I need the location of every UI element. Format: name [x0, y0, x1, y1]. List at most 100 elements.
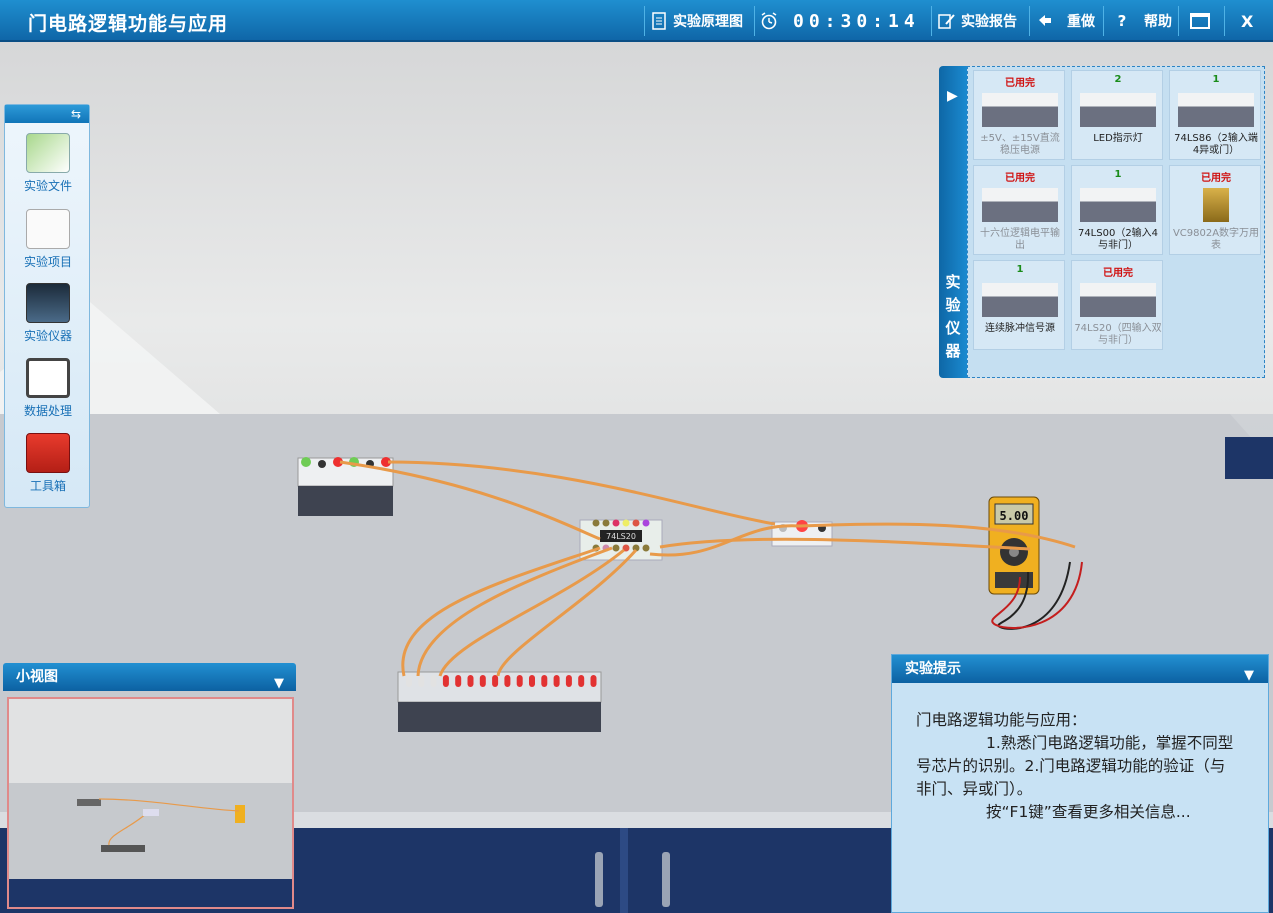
lab-scene: 74LS20 5.00 ⇆ 实验文件 实验项目 实验仪器 数据处理 工具箱 ▶ …	[0, 42, 1273, 913]
toolbar-separator	[931, 6, 932, 36]
maximize-icon	[1190, 13, 1210, 29]
schematic-button[interactable]: 实验原理图	[650, 0, 743, 42]
left-toolbar: ⇆ 实验文件 实验项目 实验仪器 数据处理 工具箱	[4, 104, 90, 508]
toolbar-separator	[1103, 6, 1104, 36]
instrument-count: 1	[1016, 264, 1024, 275]
logic-input-module[interactable]	[297, 457, 394, 516]
tool-instruments[interactable]: 实验仪器	[5, 283, 91, 344]
instrument-thumbnail	[1080, 283, 1156, 317]
instrument-name: 74LS86（2输入端4异或门）	[1174, 133, 1258, 156]
instrument-count: 1	[1114, 169, 1122, 180]
logic-switch[interactable]	[442, 675, 449, 687]
logic-switch[interactable]	[590, 675, 597, 687]
report-label: 实验报告	[961, 14, 1017, 30]
app-title: 门电路逻辑功能与应用	[28, 13, 229, 35]
logic-switch[interactable]	[430, 675, 437, 687]
digital-multimeter[interactable]: 5.00	[988, 496, 1040, 595]
collapse-down-icon[interactable]: ▼	[274, 670, 284, 698]
tips-footer: 按“F1键”查看更多相关信息...	[916, 801, 1236, 824]
timer-display: 00:30:14	[760, 0, 920, 42]
instrument-item[interactable]: 已用完 74LS20（四输入双与非门）	[1071, 260, 1163, 350]
instrument-thumbnail	[982, 283, 1058, 317]
tips-content: 1.熟悉门电路逻辑功能，掌握不同型号芯片的识别。2.门电路逻辑功能的验证（与非门…	[916, 734, 1234, 798]
toolbar-separator	[1178, 6, 1179, 36]
tool-experiment-project[interactable]: 实验项目	[5, 209, 91, 270]
instrument-panel-tab[interactable]: ▶ 实验仪器	[939, 66, 967, 378]
toolbar-separator	[644, 6, 645, 36]
app-window: 门电路逻辑功能与应用 实验原理图 00:30:14 实验报告 重做 ? 帮助 X…	[0, 0, 1273, 913]
tool-label: 实验文件	[23, 179, 72, 193]
toolbar-separator	[1029, 6, 1030, 36]
tips-body: 门电路逻辑功能与应用： 1.熟悉门电路逻辑功能，掌握不同型号芯片的识别。2.门电…	[916, 709, 1236, 824]
instrument-count: 2	[1114, 74, 1122, 85]
logic-switch[interactable]	[418, 675, 425, 687]
report-edit-icon	[938, 12, 956, 30]
mini-map-title: 小视图	[16, 669, 58, 685]
instrument-name: LED指示灯	[1093, 133, 1143, 144]
instrument-thumbnail	[982, 93, 1058, 127]
instrument-thumbnail	[1178, 93, 1254, 127]
toolbox-icon	[26, 433, 70, 473]
tool-label: 实验仪器	[23, 329, 72, 343]
logic-switch[interactable]	[467, 675, 474, 687]
tips-heading: 门电路逻辑功能与应用：	[916, 711, 1087, 729]
help-label: 帮助	[1144, 14, 1172, 30]
instrument-thumbnail	[982, 188, 1058, 222]
close-button[interactable]: X	[1241, 0, 1253, 42]
instrument-item[interactable]: 已用完 VC9802A数字万用表	[1169, 165, 1261, 255]
logic-switch[interactable]	[455, 675, 462, 687]
toolbar-separator	[754, 6, 755, 36]
document-icon	[26, 133, 70, 173]
instrument-thumbnail	[1080, 188, 1156, 222]
timer-value: 00:30:14	[793, 10, 920, 32]
logic-switch[interactable]	[406, 675, 412, 687]
logic-switch[interactable]	[553, 675, 560, 687]
logic-switch[interactable]	[479, 675, 486, 687]
instrument-item[interactable]: 1 连续脉冲信号源	[973, 260, 1065, 350]
alarm-clock-icon	[760, 12, 778, 30]
logic-switch[interactable]	[541, 675, 548, 687]
redo-button[interactable]: 重做	[1036, 0, 1095, 42]
logic-switch[interactable]	[578, 675, 585, 687]
tool-experiment-files[interactable]: 实验文件	[5, 133, 91, 194]
instrument-item[interactable]: 1 74LS00（2输入4与非门）	[1071, 165, 1163, 255]
monitor-icon	[26, 283, 70, 323]
help-button[interactable]: ? 帮助	[1113, 0, 1172, 42]
checklist-icon	[26, 209, 70, 249]
chart-icon	[26, 358, 70, 398]
experiment-tips-panel: 实验提示 ▼ 门电路逻辑功能与应用： 1.熟悉门电路逻辑功能，掌握不同型号芯片的…	[891, 654, 1269, 913]
instrument-item[interactable]: 已用完 十六位逻辑电平输出	[973, 165, 1065, 255]
tool-toolbox[interactable]: 工具箱	[5, 433, 91, 494]
schematic-icon	[650, 12, 668, 30]
logic-switch[interactable]	[516, 675, 523, 687]
question-icon: ?	[1117, 12, 1127, 30]
toolbar-collapse-toggle[interactable]: ⇆	[5, 105, 89, 123]
tool-data-processing[interactable]: 数据处理	[5, 358, 91, 419]
logic-switch[interactable]	[529, 675, 535, 687]
instrument-thumbnail	[1203, 188, 1229, 222]
instrument-name: ±5V、±15V直流稳压电源	[980, 133, 1060, 156]
mini-map-view[interactable]	[7, 697, 294, 909]
instrument-count: 1	[1212, 74, 1220, 85]
tips-header[interactable]: 实验提示 ▼	[892, 655, 1268, 683]
instrument-count: 已用完	[1201, 173, 1231, 184]
report-button[interactable]: 实验报告	[938, 0, 1017, 42]
instrument-item[interactable]: 已用完 ±5V、±15V直流稳压电源	[973, 70, 1065, 160]
instrument-name: 十六位逻辑电平输出	[980, 228, 1060, 251]
mini-map-header[interactable]: 小视图 ▼	[3, 663, 296, 691]
instrument-grid: 已用完 ±5V、±15V直流稳压电源 2 LED指示灯 1 74LS86（2输入端4异或门…	[967, 66, 1265, 378]
logic-switch[interactable]	[492, 675, 499, 687]
collapse-down-icon[interactable]: ▼	[1244, 662, 1254, 690]
multimeter-reading: 5.00	[1000, 509, 1029, 523]
redo-label: 重做	[1067, 14, 1095, 30]
toolbar-separator	[1224, 6, 1225, 36]
instrument-item[interactable]: 1 74LS86（2输入端4异或门）	[1169, 70, 1261, 160]
instrument-item[interactable]: 2 LED指示灯	[1071, 70, 1163, 160]
logic-switch[interactable]	[565, 675, 572, 687]
maximize-button[interactable]	[1190, 0, 1210, 42]
tips-paragraph: 1.熟悉门电路逻辑功能，掌握不同型号芯片的识别。2.门电路逻辑功能的验证（与非门…	[916, 732, 1236, 801]
schematic-label: 实验原理图	[673, 14, 743, 30]
logic-switch[interactable]	[504, 675, 511, 687]
tool-label: 工具箱	[29, 479, 66, 493]
tips-hint: 按“F1键”查看更多相关信息...	[986, 803, 1191, 821]
